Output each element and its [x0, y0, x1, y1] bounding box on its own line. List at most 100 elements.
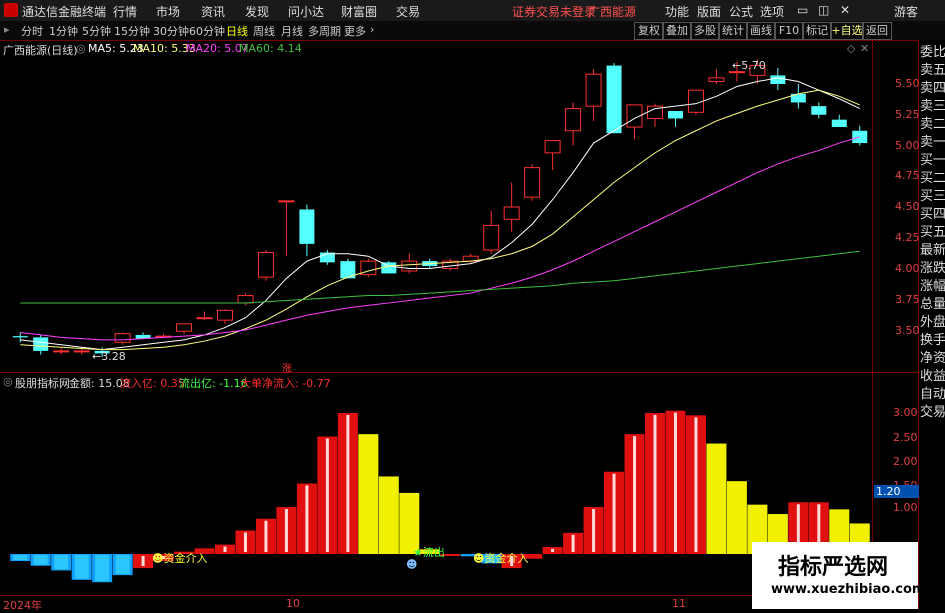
flow-bar-highlight [633, 436, 637, 552]
side-sell5[interactable]: 卖五 [920, 64, 945, 78]
period-weekly[interactable]: 周线 [253, 23, 275, 39]
signal-out: ★流出 [413, 546, 445, 559]
period-15min[interactable]: 15分钟 [114, 23, 150, 39]
candle-body-down [606, 65, 622, 134]
side-turnover[interactable]: 换手 [920, 334, 945, 348]
watermark-name: 指标严选网 [778, 555, 889, 580]
ytick-5-50: 5.50 [895, 77, 920, 90]
btn-fanhui[interactable]: 返回 [862, 22, 892, 40]
period-1min[interactable]: 1分钟 [49, 23, 78, 39]
side-auto[interactable]: 自动 [920, 388, 945, 402]
btn-zixuan[interactable]: +自选 [830, 22, 864, 40]
side-sell2[interactable]: 卖二 [920, 118, 945, 132]
candle-body-up [237, 295, 254, 304]
period-fenshi[interactable]: 分时 [21, 23, 43, 39]
flow-bar-highlight [33, 555, 48, 565]
quote-side-panel: 委比 卖五 卖四 卖三 卖二 卖一 买一 买二 买三 买四 买五 最新 涨跌 涨… [918, 40, 945, 609]
ytick-4-75: 4.75 [895, 169, 920, 182]
menu-jiaoyi[interactable]: 交易 [396, 3, 420, 20]
candle-body-down [811, 106, 827, 115]
menu-gongshi[interactable]: 公式 [729, 3, 753, 20]
flow-bar-highlight [54, 555, 69, 570]
side-net-asset[interactable]: 净资 [920, 352, 945, 366]
ytick-4-25: 4.25 [895, 231, 920, 244]
menu-gongneng[interactable]: 功能 [665, 3, 689, 20]
signal-out-label: 流出 [422, 546, 445, 559]
more-chevron-icon[interactable]: › [370, 23, 374, 36]
menu-caifuquan[interactable]: 财富圈 [341, 3, 377, 20]
ytick-5-00: 5.00 [895, 139, 920, 152]
btn-huaxian[interactable]: 画线 [746, 22, 776, 40]
side-sell3[interactable]: 卖三 [920, 100, 945, 114]
toolbar-arrow-icon[interactable]: ▸ [4, 23, 10, 36]
menu-wenxiaoda[interactable]: 问小达 [288, 3, 324, 20]
candle-body-up [217, 309, 233, 321]
candle-body-up [565, 108, 582, 132]
candlestick-chart[interactable] [0, 40, 872, 372]
side-weibi[interactable]: 委比 [920, 46, 945, 60]
candle-body-up [176, 323, 193, 332]
login-warning[interactable]: 证券交易未登录 [512, 3, 596, 20]
period-daily[interactable]: 日线 [226, 23, 248, 39]
side-buy1[interactable]: 买一 [920, 154, 945, 168]
btn-fuquan[interactable]: 复权 [634, 22, 664, 40]
side-buy3[interactable]: 买三 [920, 190, 945, 204]
btn-duogu[interactable]: 多股 [690, 22, 720, 40]
candle-body-up [53, 350, 70, 353]
flow-bar-highlight [346, 415, 350, 552]
side-earnings[interactable]: 收益 [920, 370, 945, 384]
flow-bar-highlight [243, 532, 247, 552]
period-multi[interactable]: 多周期 [308, 23, 341, 39]
period-30min[interactable]: 30分钟 [153, 23, 189, 39]
watermark-url: www.xuezhibiao.com [771, 582, 926, 597]
side-buy2[interactable]: 买二 [920, 172, 945, 186]
title-bar: 通达信金融终端 行情 市场 资讯 发现 问小达 财富圈 交易 证券交易未登录 广… [0, 0, 945, 22]
xaxis-nov: 11 [672, 597, 686, 610]
side-latest[interactable]: 最新 [920, 244, 945, 258]
side-change-pct[interactable]: 涨幅 [920, 280, 945, 294]
period-5min[interactable]: 5分钟 [82, 23, 111, 39]
side-sell4[interactable]: 卖四 [920, 82, 945, 96]
period-60min[interactable]: 60分钟 [189, 23, 225, 39]
menu-hangqing[interactable]: 行情 [113, 3, 137, 20]
btn-tongji[interactable]: 统计 [718, 22, 748, 40]
candle-body-up [114, 333, 131, 343]
capital-flow-chart[interactable] [0, 373, 872, 595]
period-more[interactable]: 更多 [344, 23, 366, 39]
xaxis-year: 2024年 [3, 599, 42, 612]
side-outer[interactable]: 外盘 [920, 316, 945, 330]
flow-bar-highlight [551, 548, 555, 552]
flow-bar-highlight [95, 555, 110, 582]
period-toolbar: ▸ 分时 1分钟 5分钟 15分钟 30分钟 60分钟 日线 周线 月线 多周期… [0, 21, 945, 41]
flow-bar-highlight [305, 485, 309, 552]
header-stock-name: 广西能源 [588, 5, 637, 19]
side-volume[interactable]: 总量 [920, 298, 945, 312]
close-icon[interactable]: ✕ [840, 3, 850, 17]
side-trade[interactable]: 交易 [920, 406, 945, 420]
side-sell1[interactable]: 卖一 [920, 136, 945, 150]
signal-in-2-label: 资金介入 [484, 552, 529, 565]
app-title: 通达信金融终端 [22, 5, 107, 19]
restore-icon[interactable]: ◫ [818, 3, 829, 17]
btn-biaoji[interactable]: 标记 [802, 22, 832, 40]
candle-body-down [667, 111, 683, 119]
candle-body-up [73, 350, 90, 353]
btn-f10[interactable]: F10 [774, 22, 804, 40]
menu-zixun[interactable]: 资讯 [201, 3, 225, 20]
signal-in-1: ☻资金介入 [152, 552, 208, 565]
menu-shichang[interactable]: 市场 [156, 3, 180, 20]
side-change[interactable]: 涨跌 [920, 262, 945, 276]
candle-body-up [524, 167, 541, 198]
btn-diejia[interactable]: 叠加 [662, 22, 692, 40]
menu-banmian[interactable]: 版面 [697, 3, 721, 20]
flow-bar-highlight [694, 417, 698, 552]
minimize-icon[interactable]: ▭ [797, 3, 808, 17]
guest-label[interactable]: 游客 [894, 3, 918, 20]
period-monthly[interactable]: 月线 [281, 23, 303, 39]
side-buy5[interactable]: 买五 [920, 226, 945, 240]
menu-xuanxiang[interactable]: 选项 [760, 3, 784, 20]
menu-faxian[interactable]: 发现 [245, 3, 269, 20]
side-buy4[interactable]: 买四 [920, 208, 945, 222]
low-value: 3.28 [101, 350, 126, 363]
flow-bar-highlight [264, 520, 268, 552]
